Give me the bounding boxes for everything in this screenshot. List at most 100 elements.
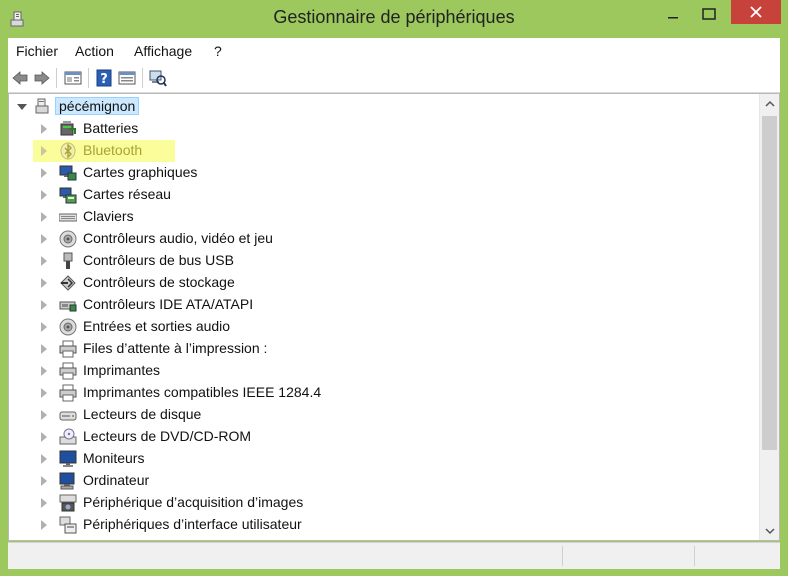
tree-item[interactable]: Lecteurs de DVD/CD-ROM <box>9 426 749 448</box>
expand-icon[interactable] <box>41 410 47 420</box>
menu-action[interactable]: Action <box>75 43 114 59</box>
tree-item-label: Moniteurs <box>83 450 145 466</box>
ide-controller-icon <box>59 301 77 312</box>
expand-icon[interactable] <box>41 300 47 310</box>
vertical-scrollbar[interactable] <box>759 94 779 540</box>
tree-item[interactable]: Files d’attente à l’impression : <box>9 338 749 360</box>
collapse-icon[interactable] <box>17 104 27 110</box>
menu-bar: Fichier Action Affichage ? <box>8 38 780 65</box>
scroll-up-button[interactable] <box>760 94 779 112</box>
root-computer-name: pécémignon <box>55 97 140 115</box>
expand-icon[interactable] <box>41 388 47 398</box>
menu-help[interactable]: ? <box>214 43 222 59</box>
tree-item-label: Contrôleurs audio, vidéo et jeu <box>83 230 273 246</box>
tree-item[interactable]: Ordinateur <box>9 470 749 492</box>
view-icon <box>118 71 136 85</box>
tree-item-label: Files d’attente à l’impression : <box>83 340 268 356</box>
display-adapter-icon <box>59 165 77 181</box>
device-tree-panel: pécémignon Batteries Bluetooth Cartes gr… <box>8 93 780 541</box>
tree-item-label: Cartes graphiques <box>83 164 198 180</box>
properties-view-icon <box>64 71 82 85</box>
expand-icon[interactable] <box>41 322 47 332</box>
expand-icon[interactable] <box>41 190 47 200</box>
chevron-up-icon <box>764 100 775 107</box>
tree-item[interactable]: Batteries <box>9 118 749 140</box>
minimize-button[interactable] <box>656 0 690 28</box>
computer-icon <box>59 472 75 490</box>
view-button[interactable] <box>117 68 137 88</box>
tree-item[interactable]: Cartes graphiques <box>9 162 749 184</box>
title-bar[interactable]: Gestionnaire de périphériques <box>0 0 788 38</box>
expand-icon[interactable] <box>41 454 47 464</box>
tree-item[interactable]: Claviers <box>9 206 749 228</box>
help-icon: ? <box>96 69 112 87</box>
maximize-icon <box>702 8 716 20</box>
tree-item[interactable]: Contrôleurs IDE ATA/ATAPI <box>9 294 749 316</box>
monitor-icon <box>59 450 77 467</box>
forward-button[interactable] <box>32 68 52 88</box>
tree-item[interactable]: Périphérique d’acquisition d’images <box>9 492 749 514</box>
toolbar-separator <box>56 68 57 88</box>
tree-item[interactable]: Lecteurs de disque <box>9 404 749 426</box>
printer-ieee-icon <box>59 384 77 402</box>
tree-item-label: Contrôleurs de bus USB <box>83 252 234 268</box>
svg-text:?: ? <box>100 72 108 87</box>
tree-item-label: Périphériques d’interface utilisateur <box>83 516 302 532</box>
keyboard-icon <box>59 213 77 222</box>
tree-item[interactable]: Entrées et sorties audio <box>9 316 749 338</box>
tree-item[interactable]: Moniteurs <box>9 448 749 470</box>
tree-item[interactable]: Cartes réseau <box>9 184 749 206</box>
scrollbar-thumb[interactable] <box>762 116 777 450</box>
scan-hardware-button[interactable] <box>148 68 168 88</box>
imaging-device-icon <box>59 494 77 512</box>
bluetooth-icon <box>60 142 76 160</box>
properties-view-button[interactable] <box>63 68 83 88</box>
disk-drive-icon <box>59 411 77 421</box>
tree-item[interactable]: Contrôleurs audio, vidéo et jeu <box>9 228 749 250</box>
chevron-down-icon <box>764 527 775 534</box>
expand-icon[interactable] <box>41 168 47 178</box>
forward-icon <box>34 71 50 85</box>
maximize-button[interactable] <box>692 0 726 28</box>
tree-item-bluetooth[interactable]: Bluetooth <box>9 140 749 162</box>
hid-icon <box>59 516 77 534</box>
back-button[interactable] <box>10 68 30 88</box>
print-queue-icon <box>59 340 77 358</box>
close-button[interactable] <box>731 0 781 24</box>
expand-icon[interactable] <box>41 432 47 442</box>
tree-item[interactable]: Imprimantes compatibles IEEE 1284.4 <box>9 382 749 404</box>
expand-icon[interactable] <box>41 256 47 266</box>
dvd-drive-icon <box>59 428 77 445</box>
menu-affichage[interactable]: Affichage <box>134 43 192 59</box>
tree-item-label: Bluetooth <box>83 142 143 158</box>
expand-icon[interactable] <box>41 366 47 376</box>
scroll-down-button[interactable] <box>760 522 779 540</box>
tree-item-label: Imprimantes compatibles IEEE 1284.4 <box>83 384 322 400</box>
tree-item-label: Batteries <box>83 120 139 136</box>
tree-root[interactable]: pécémignon <box>9 96 749 118</box>
device-tree: pécémignon Batteries Bluetooth Cartes gr… <box>9 94 761 540</box>
usb-icon <box>63 252 73 269</box>
expand-icon[interactable] <box>41 212 47 222</box>
tree-item-label: Imprimantes <box>83 362 161 378</box>
expand-icon[interactable] <box>41 234 47 244</box>
tree-item-label: Entrées et sorties audio <box>83 318 231 334</box>
menu-fichier[interactable]: Fichier <box>16 43 58 59</box>
toolbar-separator <box>88 68 89 88</box>
expand-icon[interactable] <box>41 278 47 288</box>
expand-icon[interactable] <box>41 476 47 486</box>
audio-io-icon <box>59 318 77 336</box>
tree-item[interactable]: Contrôleurs de bus USB <box>9 250 749 272</box>
tree-item[interactable]: Périphériques d’interface utilisateur <box>9 514 749 536</box>
help-button[interactable]: ? <box>94 68 114 88</box>
tree-item[interactable]: Imprimantes <box>9 360 749 382</box>
expand-icon[interactable] <box>41 520 47 530</box>
status-pane <box>562 546 693 566</box>
tree-item[interactable]: Contrôleurs de stockage <box>9 272 749 294</box>
audio-icon <box>59 230 77 248</box>
expand-icon[interactable] <box>41 124 47 134</box>
expand-icon[interactable] <box>41 498 47 508</box>
expand-icon[interactable] <box>41 344 47 354</box>
expand-icon[interactable] <box>41 146 47 156</box>
network-adapter-icon <box>59 187 77 204</box>
